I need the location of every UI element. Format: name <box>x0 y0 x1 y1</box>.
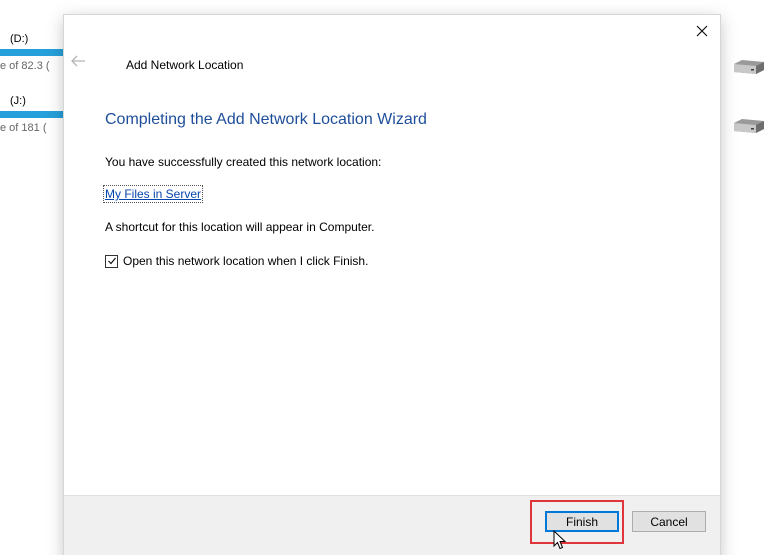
network-location-link[interactable]: My Files in Server <box>102 185 204 203</box>
checkmark-icon <box>107 257 116 265</box>
created-message: You have successfully created this netwo… <box>105 155 382 169</box>
cancel-button-label: Cancel <box>650 514 688 529</box>
drive-usage-bar <box>0 49 64 56</box>
dialog-title: Add Network Location <box>126 58 244 72</box>
dialog-footer: Finish Cancel <box>64 495 720 555</box>
open-location-checkbox-row[interactable]: Open this network location when I click … <box>105 254 368 268</box>
open-location-checkbox[interactable] <box>105 254 118 268</box>
cancel-button[interactable]: Cancel <box>632 511 706 532</box>
close-button[interactable] <box>688 17 716 45</box>
wizard-heading: Completing the Add Network Location Wiza… <box>105 111 427 128</box>
finish-button-label: Finish <box>565 514 598 529</box>
drive-usage-bar <box>0 111 64 118</box>
drive-free-space: e of 82.3 ( <box>0 60 50 72</box>
shortcut-message: A shortcut for this location will appear… <box>105 220 375 234</box>
hard-drive-icon[interactable] <box>732 58 766 76</box>
mouse-pointer-icon <box>553 530 567 550</box>
finish-button[interactable]: Finish <box>545 511 619 532</box>
add-network-location-dialog: Add Network Location Completing the Add … <box>64 15 720 555</box>
screen: (D:) e of 82.3 ( (J:) e of 181 ( Add Net… <box>0 0 769 555</box>
drive-label: (J:) <box>10 95 26 107</box>
close-icon <box>696 25 708 37</box>
back-arrow-icon[interactable] <box>69 54 87 68</box>
drive-free-space: e of 181 ( <box>0 122 47 134</box>
open-location-checkbox-label: Open this network location when I click … <box>123 254 369 268</box>
hard-drive-icon[interactable] <box>732 117 766 135</box>
drive-label: (D:) <box>10 33 29 45</box>
